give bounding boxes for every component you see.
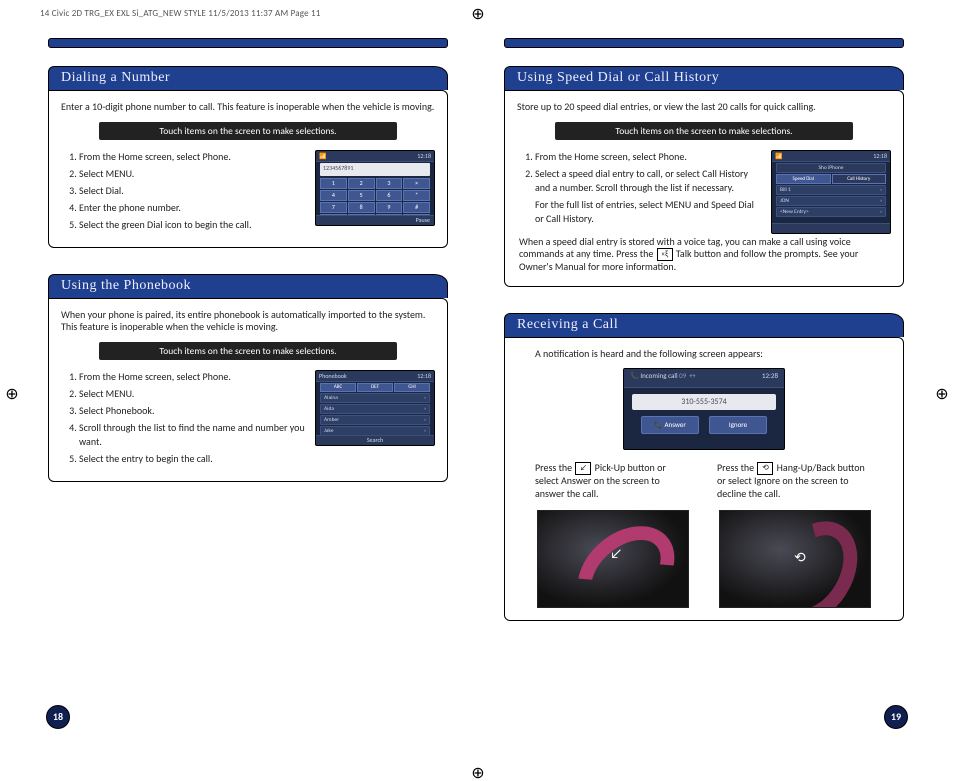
list-item: Select the entry to begin the call. xyxy=(79,452,305,466)
section-receiving-a-call: Receiving a Call A notification is heard… xyxy=(504,313,904,622)
device-title: Incoming call xyxy=(640,371,677,380)
page-header-bar xyxy=(504,38,904,48)
list-item: <New Entry> xyxy=(780,208,809,216)
phonebook-screen-thumbnail: Phonebook12:18 ABC DEF GHI Alaina› Aida›… xyxy=(315,370,435,446)
device-time: 12:18 xyxy=(417,152,431,160)
device-title: Sho iPhone xyxy=(776,163,886,173)
list-item: Amber xyxy=(324,416,339,424)
list-item: Jake xyxy=(324,427,333,435)
step-list: From the Home screen, select Phone. Sele… xyxy=(61,150,305,235)
hangup-instructions: Press the ⟲ Hang-Up/Back button or selec… xyxy=(717,462,873,608)
ignore-button-thumbnail: Ignore xyxy=(709,416,767,434)
section-title: Receiving a Call xyxy=(504,313,904,337)
list-item: Enter the phone number. xyxy=(79,201,305,215)
list-item: From the Home screen, select Phone. xyxy=(535,150,761,164)
voice-tag-note: When a speed dial entry is stored with a… xyxy=(519,236,889,274)
section-dialing-a-number: Dialing a Number Enter a 10-digit phone … xyxy=(48,66,448,248)
step-list: From the Home screen, select Phone. Sele… xyxy=(517,150,761,229)
pickup-instructions: Press the ↙ Pick-Up button or select Ans… xyxy=(535,462,691,608)
device-time: 12:28 xyxy=(762,371,778,385)
section-title: Using the Phonebook xyxy=(48,274,448,298)
list-item: From the Home screen, select Phone. xyxy=(79,370,305,384)
list-item: Select Phonebook. xyxy=(79,404,305,418)
list-item: JON xyxy=(780,197,789,205)
page-header-bar xyxy=(48,38,448,48)
list-item: Select MENU. xyxy=(79,167,305,181)
section-title: Using Speed Dial or Call History xyxy=(504,66,904,90)
hangup-button-photo: ⟲ xyxy=(719,510,871,608)
registration-mark-icon: ⊕ xyxy=(468,4,488,24)
section-intro: Enter a 10-digit phone number to call. T… xyxy=(61,101,435,114)
section-using-the-phonebook: Using the Phonebook When your phone is p… xyxy=(48,274,448,482)
device-time: 12:18 xyxy=(873,152,887,160)
answer-button-thumbnail: 📞 Answer xyxy=(641,416,699,434)
device-tab: Call History xyxy=(832,174,887,184)
pickup-button-photo: ↙ xyxy=(537,510,689,608)
registration-mark-icon: ⊕ xyxy=(932,384,952,404)
list-item: Select Dial. xyxy=(79,184,305,198)
dial-display: 1234567891 xyxy=(320,163,430,176)
page-number-left: 18 xyxy=(46,705,70,729)
incoming-number: 310-555-3574 xyxy=(632,394,776,410)
page-number-right: 19 xyxy=(884,705,908,729)
section-title: Dialing a Number xyxy=(48,66,448,90)
list-item: Scroll through the list to find the name… xyxy=(79,421,305,449)
print-header: 14 Civic 2D TRG_EX EXL Si_ATG_NEW STYLE … xyxy=(40,8,321,19)
section-speed-dial-call-history: Using Speed Dial or Call History Store u… xyxy=(504,66,904,287)
list-item: Select MENU. xyxy=(79,387,305,401)
registration-mark-icon: ⊕ xyxy=(468,763,488,781)
section-intro: When your phone is paired, its entire ph… xyxy=(61,309,435,334)
step-list: From the Home screen, select Phone. Sele… xyxy=(61,370,305,469)
registration-mark-icon: ⊕ xyxy=(2,384,22,404)
device-time: 12:18 xyxy=(417,372,431,380)
section-intro: Store up to 20 speed dial entries, or vi… xyxy=(517,101,891,114)
list-item: Bill 1 xyxy=(780,186,791,194)
list-item: Select a speed dial entry to call, or se… xyxy=(535,167,761,226)
device-title: Phonebook xyxy=(319,372,347,380)
touch-hint-bar: Touch items on the screen to make select… xyxy=(99,122,397,140)
device-search: Search xyxy=(316,435,434,445)
list-item: Select the green Dial icon to begin the … xyxy=(79,218,305,232)
device-pause: Pause xyxy=(316,215,434,225)
list-item: From the Home screen, select Phone. xyxy=(79,150,305,164)
left-page: Dialing a Number Enter a 10-digit phone … xyxy=(48,38,448,647)
dial-screen-thumbnail: 📶12:18 1234567891 123× 456* 789# 0 📞 xyxy=(315,150,435,226)
list-item: Alaina xyxy=(324,394,338,402)
touch-hint-bar: Touch items on the screen to make select… xyxy=(99,342,397,360)
touch-hint-bar: Touch items on the screen to make select… xyxy=(555,122,853,140)
device-tab: Speed Dial xyxy=(776,174,831,184)
list-item: Aida xyxy=(324,405,334,413)
right-page: Using Speed Dial or Call History Store u… xyxy=(504,38,904,647)
incoming-call-screen-thumbnail: 📞 Incoming call 09 ↔ 12:28 310-555-3574 … xyxy=(623,368,785,450)
section-intro: A notification is heard and the followin… xyxy=(535,348,891,361)
speed-dial-screen-thumbnail: 📶12:18 Sho iPhone Speed Dial Call Histor… xyxy=(771,150,891,234)
